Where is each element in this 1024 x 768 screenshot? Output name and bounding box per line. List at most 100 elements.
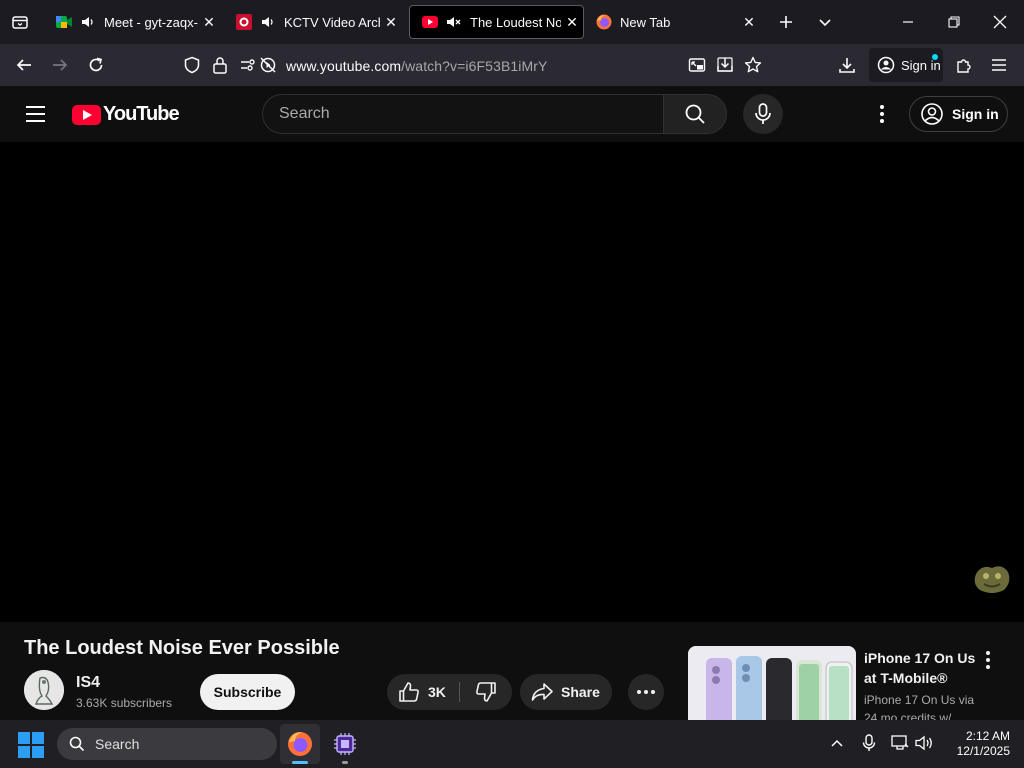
list-all-tabs-button[interactable] [811,8,839,36]
voice-search-button[interactable] [743,94,783,134]
watch-metadata: The Loudest Noise Ever Possible IS4 3.63… [0,622,1024,720]
minimize-window-button[interactable] [894,8,922,36]
lock-icon [213,57,227,74]
chevron-down-icon [819,19,831,27]
share-button[interactable]: Share [520,674,612,710]
autoplay-blocked-icon [260,57,276,73]
channel-avatar[interactable] [24,670,64,710]
close-tab-icon[interactable]: ✕ [561,14,583,31]
dislike-button[interactable] [461,674,511,710]
video-player[interactable] [0,142,1024,622]
google-meet-icon [56,14,72,30]
youtube-signin-label: Sign in [952,106,999,122]
save-to-pocket-button[interactable] [711,51,739,79]
ad-thumbnail[interactable] [688,646,856,720]
more-actions-button[interactable] [628,674,664,710]
arrow-left-icon [16,59,31,71]
speaker-muted-icon[interactable] [446,14,462,30]
app-running-indicator [342,761,348,764]
url-path: /watch?v=i6F53B1iMrY [401,58,548,74]
clock-date: 12/1/2025 [956,744,1010,758]
close-tab-icon[interactable]: ✕ [380,14,402,31]
speaker-icon[interactable] [260,14,276,30]
like-button[interactable]: 3K [387,674,459,710]
search-button[interactable] [663,94,727,134]
restore-icon [948,16,960,28]
channel-name[interactable]: IS4 [76,674,100,692]
tab-kctv[interactable]: KCTV Video Archive ✕ [224,5,402,39]
share-label: Share [561,684,600,700]
share-icon [531,683,553,701]
youtube-signin-button[interactable]: Sign in [909,96,1008,132]
taskbar-firefox[interactable] [280,724,320,764]
microphone-in-use-button[interactable] [858,732,880,754]
tracking-protection-button[interactable] [178,51,206,79]
close-tab-icon[interactable]: ✕ [198,14,220,31]
tab-list-button[interactable] [6,8,34,36]
taskbar-search[interactable]: Search [57,728,277,760]
processor-app-icon [334,733,356,755]
ad-title[interactable]: iPhone 17 On Us at T-Mobile® [864,648,984,688]
autoplay-blocked-button[interactable] [254,51,282,79]
network-icon [891,735,909,750]
firefox-icon [596,14,612,30]
downloads-button[interactable] [833,51,861,79]
reload-icon [89,57,103,72]
video-title: The Loudest Noise Ever Possible [24,637,340,659]
hamburger-menu-icon [992,59,1006,71]
network-button[interactable] [889,732,911,754]
bookmark-button[interactable] [739,51,767,79]
star-icon [744,56,762,73]
extensions-button[interactable] [950,51,978,79]
subscriber-count: 3.63K subscribers [76,696,173,710]
picture-in-picture-button[interactable] [683,51,711,79]
tab-meet[interactable]: Meet - gyt-zaqx-ub ✕ [44,5,220,39]
tab-new-tab[interactable]: New Tab ✕ [584,5,760,39]
app-menu-button[interactable] [985,51,1013,79]
reload-button[interactable] [82,51,110,79]
youtube-logo[interactable]: YouTube [72,103,180,126]
forward-button[interactable] [46,51,74,79]
close-tab-icon[interactable]: ✕ [738,14,760,31]
volume-icon [915,735,932,751]
thumbs-up-icon [399,682,419,702]
close-icon [993,15,1007,29]
minimize-icon [903,21,913,23]
firefox-icon [288,732,312,756]
ad-description: iPhone 17 On Us via 24 mo credits w/ [864,693,975,720]
search-input[interactable] [279,105,649,123]
site-security-button[interactable] [206,51,234,79]
search-icon [69,736,85,752]
microphone-icon [755,103,771,124]
tab-title: KCTV Video Archive [284,14,380,30]
search-box [262,94,664,134]
search-icon [685,104,705,124]
volume-button[interactable] [914,732,936,754]
notification-dot [932,54,938,60]
back-button[interactable] [10,51,38,79]
tab-youtube[interactable]: The Loudest Noise ✕ [409,5,584,39]
download-tray-icon [717,57,733,72]
subscribe-button[interactable]: Subscribe [200,674,295,710]
taskbar-app-chip[interactable] [325,724,365,764]
shield-icon [184,56,200,74]
thumbs-down-icon [476,682,496,702]
settings-more-button[interactable] [868,100,896,128]
restore-window-button[interactable] [940,8,968,36]
show-hidden-icons-button[interactable] [826,732,848,754]
tab-title: New Tab [620,14,671,30]
tab-title: The Loudest Noise [470,14,561,30]
browser-account-button[interactable]: Sign in [869,48,943,82]
like-dislike-group: 3K [387,674,512,710]
youtube-icon [422,14,438,30]
ad-more-button[interactable] [982,650,994,670]
speaker-icon[interactable] [80,14,96,30]
channel-watermark-icon[interactable] [972,560,1012,596]
taskbar-clock[interactable]: 2:12 AM 12/1/2025 [940,729,1010,759]
windows-start-icon[interactable] [18,732,44,758]
close-window-button[interactable] [986,8,1014,36]
picture-in-picture-icon [688,58,706,72]
guide-menu-button[interactable] [22,100,50,128]
url-field[interactable]: www.youtube.com/watch?v=i6F53B1iMrY [286,58,547,74]
new-tab-button[interactable] [772,8,800,36]
